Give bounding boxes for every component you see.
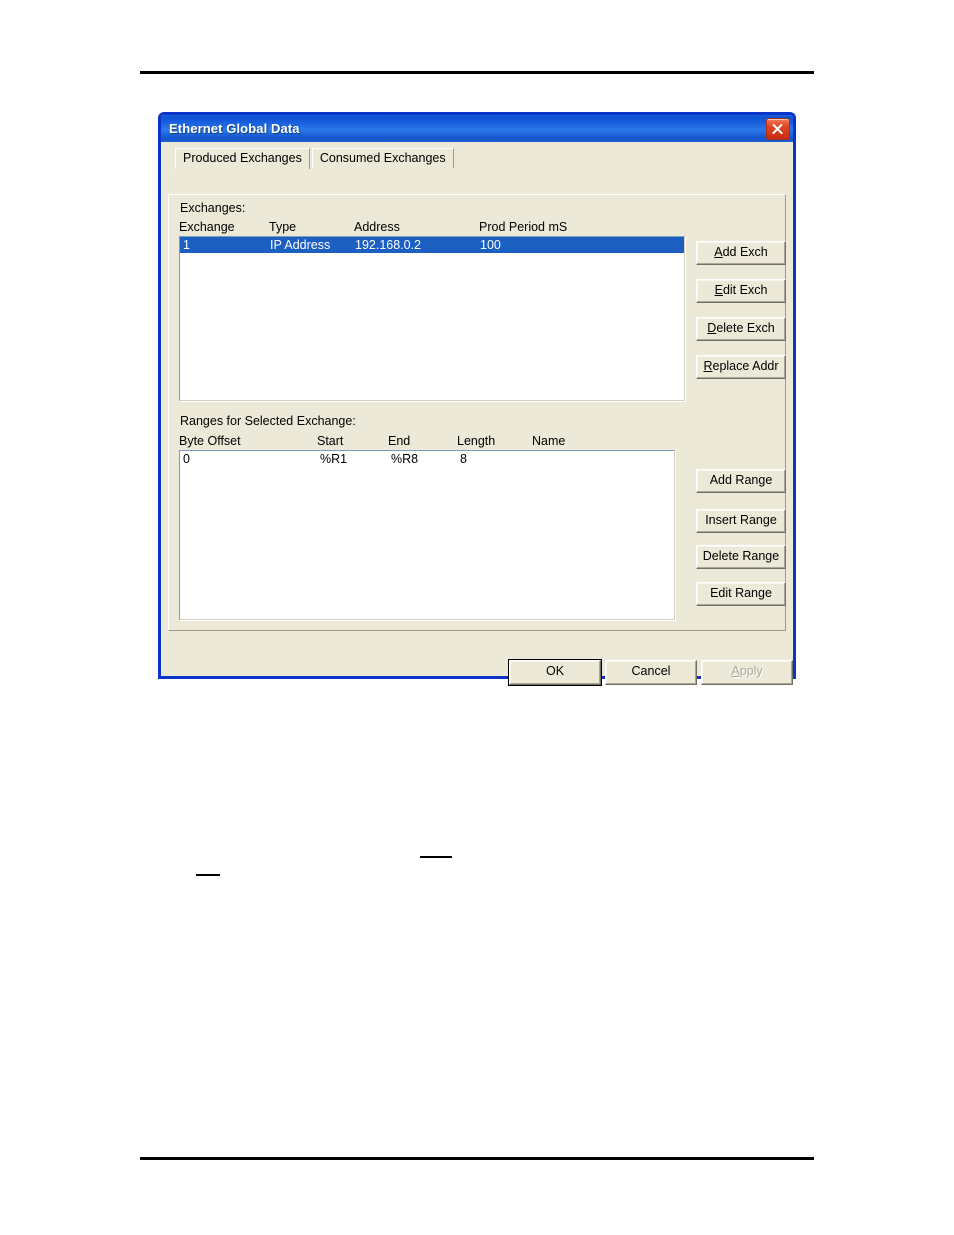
dialog-title: Ethernet Global Data [169,121,300,136]
cell-exchange: 1 [183,238,190,252]
page-mark-right [420,856,452,858]
ranges-col-start: Start [317,434,344,448]
cell-length: 8 [460,452,467,466]
add-exch-button[interactable]: Add Exch [696,241,786,265]
exchanges-col-address: Address [354,220,400,234]
replace-addr-button[interactable]: Replace Addr [696,355,786,379]
tab-produced-exchanges-label: Produced Exchanges [183,151,302,165]
cell-end: %R8 [391,452,419,466]
cell-type: IP Address [270,238,331,252]
exchanges-listbox[interactable]: 1 IP Address 192.168.0.2 100 [179,236,685,401]
page-mark-left [196,874,220,876]
exchanges-col-type: Type [269,220,297,234]
delete-range-button[interactable]: Delete Range [696,545,786,569]
ranges-col-byte-offset: Byte Offset [179,434,241,448]
add-exch-accel: A [714,245,723,259]
apply-label: pply [739,664,763,678]
dialog-titlebar: Ethernet Global Data [161,115,793,142]
edit-exch-accel: E [714,283,723,297]
edit-exch-label: dit Exch [722,283,768,297]
delete-exch-button[interactable]: Delete Exch [696,317,786,341]
add-range-button[interactable]: Add Range [696,469,786,493]
replace-addr-label: eplace Addr [712,359,779,373]
edit-range-button[interactable]: Edit Range [696,582,786,606]
exchanges-col-prod-period: Prod Period mS [479,220,568,234]
page-header-rule [140,71,814,74]
table-row[interactable]: 1 IP Address 192.168.0.2 100 [180,237,684,253]
ok-button[interactable]: OK [508,659,602,686]
tab-consumed-exchanges-label: Consumed Exchanges [319,151,446,165]
delete-exch-label: elete Exch [716,321,775,335]
ranges-listbox[interactable]: 0 %R1 %R8 8 [179,450,675,620]
ranges-col-end: End [388,434,411,448]
table-row[interactable]: 0 %R1 %R8 8 [180,451,674,467]
add-exch-label: dd Exch [722,245,768,259]
apply-accel: A [731,664,740,678]
cell-start: %R1 [320,452,348,466]
replace-addr-accel: R [703,359,713,373]
ethernet-global-data-dialog: Ethernet Global Data Produced Exchanges … [158,112,796,686]
delete-exch-accel: D [707,321,717,335]
tabstrip: Produced Exchanges Consumed Exchanges [175,148,786,169]
apply-button: Apply [701,660,793,685]
insert-range-button[interactable]: Insert Range [696,509,786,533]
tab-produced-exchanges[interactable]: Produced Exchanges [175,148,310,169]
cell-byte-offset: 0 [183,452,190,466]
cancel-button[interactable]: Cancel [605,660,697,685]
cell-address: 192.168.0.2 [355,238,422,252]
tab-consumed-exchanges[interactable]: Consumed Exchanges [311,148,454,168]
exchanges-col-exchange: Exchange [179,220,235,234]
dialog-client-area: Produced Exchanges Consumed Exchanges Ex… [161,142,793,686]
page-footer-rule [140,1157,814,1160]
ranges-col-length: Length [457,434,496,448]
edit-exch-button[interactable]: Edit Exch [696,279,786,303]
exchanges-group-label: Exchanges: [180,201,246,215]
tab-panel-produced-exchanges: Exchanges: Exchange Type Address Prod Pe… [168,194,786,631]
ranges-group-label: Ranges for Selected Exchange: [180,414,356,428]
close-icon[interactable] [766,117,790,140]
ranges-col-name: Name [532,434,566,448]
cell-prod-period: 100 [480,238,501,252]
